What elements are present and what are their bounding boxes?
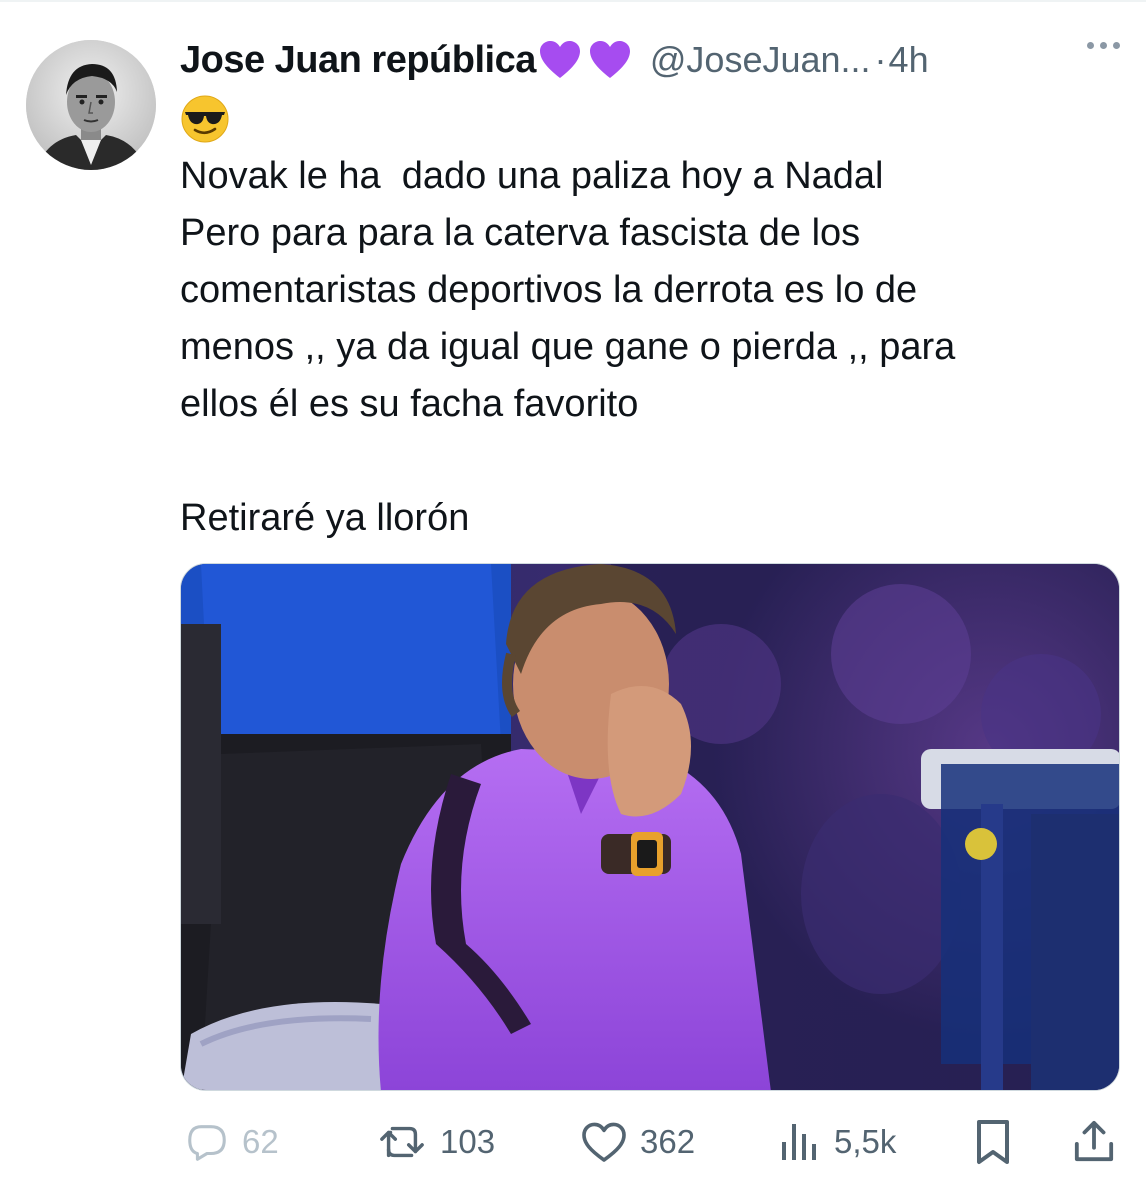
tweet-line: comentaristas deportivos la derrota es l… — [180, 269, 918, 311]
reply-button[interactable]: 62 — [184, 1112, 279, 1172]
retweet-icon — [380, 1126, 424, 1158]
views-button[interactable]: 5,5k — [778, 1112, 896, 1172]
tweet-line: Novak le ha dado una paliza hoy a Nadal — [180, 155, 884, 197]
bookmark-button[interactable] — [973, 1112, 1013, 1172]
share-icon — [1074, 1120, 1114, 1162]
top-divider — [0, 0, 1146, 2]
tweet-media-photo[interactable] — [180, 563, 1120, 1091]
views-count: 5,5k — [834, 1123, 897, 1160]
reply-count: 62 — [242, 1123, 279, 1160]
retweet-count: 103 — [440, 1123, 496, 1160]
tweet-line: Pero para para la caterva fascista de lo… — [180, 212, 861, 254]
more-dot — [1087, 42, 1094, 49]
avatar-image — [26, 40, 156, 170]
purple-heart-icon — [589, 41, 630, 78]
author-display-name[interactable]: Jose Juan república — [180, 39, 536, 82]
tweet-line: ellos él es su facha favorito — [180, 383, 639, 425]
heart-icon — [582, 1122, 626, 1162]
tweet-line: Retiraré ya llorón — [180, 497, 470, 539]
author-avatar[interactable] — [26, 40, 156, 170]
more-dot — [1113, 42, 1120, 49]
author-handle[interactable]: @JoseJuan... — [650, 39, 871, 81]
tweet-line: menos ,, ya da igual que gane o pierda ,… — [180, 326, 956, 368]
sunglasses-emoji-icon — [180, 94, 236, 144]
tweet-time[interactable]: 4h — [889, 39, 929, 81]
tweet-body: Novak le ha dado una paliza hoy a Nadal … — [180, 148, 1100, 547]
tweet-header: Jose Juan república @JoseJuan... · 4h — [180, 34, 1120, 86]
share-button[interactable] — [1073, 1112, 1115, 1172]
more-dot — [1100, 42, 1107, 49]
tweet-actions: 62 103 362 5,5k — [180, 1112, 1120, 1172]
purple-heart-icon — [539, 41, 580, 78]
like-count: 362 — [640, 1123, 696, 1160]
bookmark-icon — [977, 1120, 1009, 1164]
retweet-button[interactable]: 103 — [376, 1112, 495, 1172]
name-emojis — [538, 40, 632, 80]
more-options-icon[interactable] — [1087, 42, 1120, 49]
tennis-player-photo — [181, 564, 1119, 1090]
reply-icon — [188, 1125, 226, 1161]
views-icon — [782, 1124, 816, 1160]
like-button[interactable]: 362 — [580, 1112, 695, 1172]
separator-dot: · — [874, 39, 887, 80]
